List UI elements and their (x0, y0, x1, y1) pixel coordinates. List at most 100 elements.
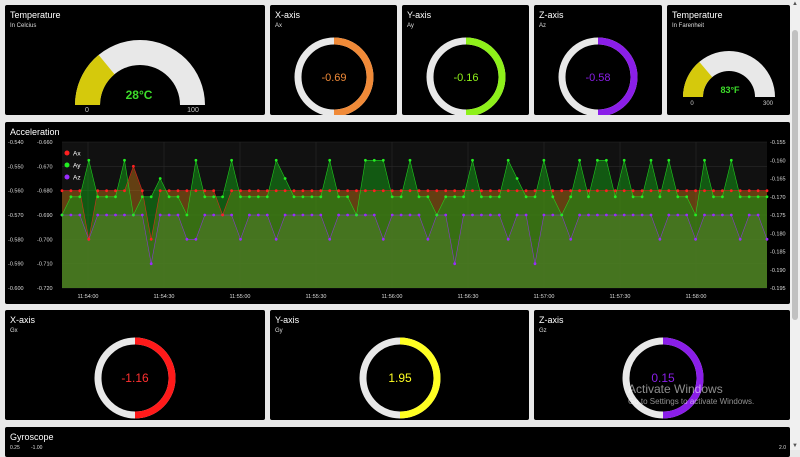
data-point-ay (274, 158, 278, 162)
scrollbar-thumb[interactable] (792, 30, 798, 320)
data-point-ay (212, 195, 216, 199)
data-point-ay (729, 158, 733, 162)
ax-ring-gauge: -0.69 (294, 37, 374, 115)
data-point-ax (256, 189, 260, 193)
data-point-ay (497, 195, 501, 199)
data-point-ay (176, 195, 180, 199)
data-point-az (265, 213, 269, 217)
data-point-ay (149, 195, 153, 199)
data-point-ax (640, 189, 644, 193)
data-point-az (203, 213, 207, 217)
data-point-ax (729, 189, 733, 193)
data-point-ax (738, 189, 742, 193)
y-tick-right: -0.190 (770, 268, 786, 274)
data-point-az (283, 213, 287, 217)
data-point-ay (551, 195, 555, 199)
data-point-az (399, 213, 403, 217)
data-point-ay (506, 158, 510, 162)
data-point-ax (265, 189, 269, 193)
data-point-az (587, 213, 590, 217)
scroll-up-icon[interactable]: ▲ (791, 1, 799, 7)
data-point-az (738, 237, 742, 241)
data-point-ax (292, 189, 296, 193)
data-point-ay (292, 195, 296, 199)
x-tick-label: 11:54:30 (153, 294, 174, 300)
gx-panel: X-axis Gx -1.16 (5, 310, 265, 420)
data-point-ax (497, 189, 501, 193)
data-point-ax (69, 189, 73, 193)
data-point-az (649, 213, 653, 217)
data-point-ay (694, 213, 697, 217)
data-point-az (703, 213, 706, 217)
data-point-ax (328, 189, 332, 193)
data-point-ay (480, 195, 483, 199)
data-point-ax (355, 189, 358, 193)
data-point-ax (462, 189, 465, 193)
data-point-ay (676, 195, 680, 199)
data-point-ay (515, 177, 519, 180)
gauge-value: 28°C (126, 88, 153, 102)
data-point-ay (738, 195, 742, 199)
data-point-ay (60, 213, 64, 217)
page-scrollbar[interactable]: ▲ ▼ (790, 0, 800, 450)
data-point-ay (203, 195, 207, 199)
legend-marker-ax (64, 150, 70, 156)
data-point-az (453, 262, 457, 266)
data-point-ay (248, 195, 251, 199)
data-point-ax (221, 213, 225, 217)
data-point-ax (203, 189, 207, 193)
ring-value: -0.16 (453, 72, 478, 84)
data-point-az (747, 213, 751, 217)
data-point-ay (328, 158, 332, 162)
data-point-ax (399, 189, 403, 193)
scroll-down-icon[interactable]: ▼ (791, 443, 799, 449)
data-point-ay (533, 195, 537, 199)
data-point-az (721, 213, 724, 217)
data-point-az (310, 213, 314, 217)
data-point-ay (390, 195, 394, 199)
data-point-az (149, 262, 153, 266)
y-tick-right: -0.195 (770, 286, 786, 292)
data-point-az (194, 237, 198, 241)
data-point-az (167, 213, 171, 217)
data-point-ay (230, 158, 234, 162)
y-tick-right: -0.160 (770, 158, 786, 164)
data-point-ax (605, 189, 608, 193)
data-point-ax (408, 189, 412, 193)
data-point-ax (417, 189, 421, 193)
data-point-ax (747, 189, 751, 193)
data-point-ay (605, 158, 608, 162)
x-tick-label: 11:58:00 (685, 294, 706, 300)
gyro-tick-left-2: -1.00 (31, 445, 43, 451)
y-tick-right: -0.180 (770, 231, 786, 237)
y-tick-outer: -0.570 (8, 213, 24, 219)
data-point-ax (167, 189, 171, 193)
y-tick-outer: -0.600 (8, 286, 24, 292)
data-point-ax (426, 189, 430, 193)
data-point-ax (685, 189, 689, 193)
legend-label-az: Az (73, 175, 81, 182)
data-point-az (408, 213, 412, 217)
data-point-ay (301, 195, 305, 199)
data-point-ax (346, 189, 349, 193)
gyro-tick-left: 0.25 (10, 445, 20, 451)
data-point-az (69, 213, 73, 217)
data-point-ax (631, 189, 635, 193)
gauge-max-label: 300 (763, 101, 774, 107)
data-point-ax (587, 189, 590, 193)
data-point-az (337, 213, 340, 217)
data-point-ax (105, 189, 108, 193)
ay-ring-gauge: -0.16 (426, 37, 506, 115)
data-point-ay (167, 195, 171, 199)
data-point-az (694, 237, 697, 241)
data-point-az (622, 213, 626, 217)
data-point-az (417, 213, 421, 217)
data-point-ax (613, 189, 617, 193)
data-point-ay (712, 195, 715, 199)
data-point-ay (381, 158, 385, 162)
data-point-ay (96, 195, 100, 199)
data-point-ax (524, 189, 528, 193)
data-point-az (506, 237, 510, 241)
gyroscope-title: Gyroscope (10, 432, 54, 442)
y-tick-right: -0.170 (770, 195, 786, 201)
